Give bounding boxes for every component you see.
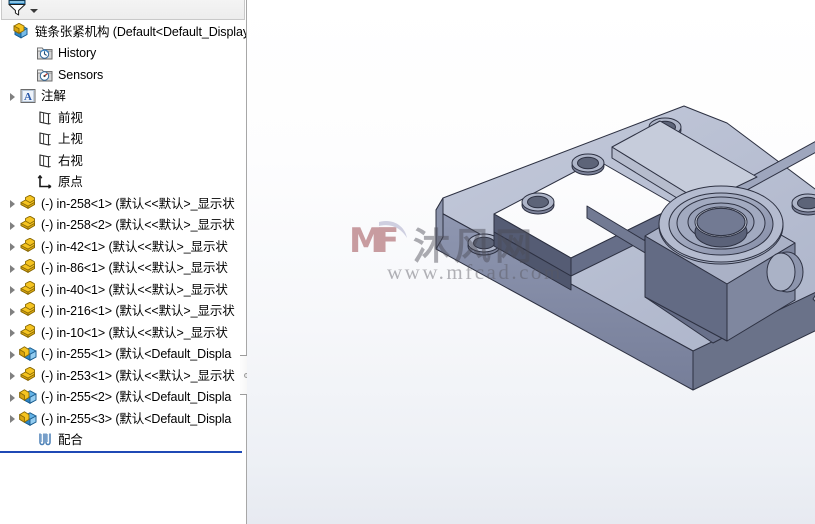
part-icon <box>19 302 37 320</box>
expand-arrow-icon[interactable] <box>8 387 19 408</box>
tree-item[interactable]: 原点 <box>0 172 246 194</box>
tree-item-label: (-) in-10<1> (默认<<默认>_显示状 <box>41 325 228 340</box>
tree-item-label: 链条张紧机构 (Default<Default_Display <box>35 24 246 39</box>
part-icon <box>19 194 37 213</box>
tree-item[interactable]: (-) in-253<1> (默认<<默认>_显示状 <box>0 365 246 387</box>
tree-item[interactable]: (-) in-258<1> (默认<<默认>_显示状 <box>0 193 246 215</box>
tree-item-label: (-) in-86<1> (默认<<默认>_显示状 <box>41 261 228 276</box>
tree-item[interactable]: (-) in-255<2> (默认<Default_Displa <box>0 387 246 409</box>
tree-item-label: (-) in-253<1> (默认<<默认>_显示状 <box>41 368 235 383</box>
tree-item-label: (-) in-255<1> (默认<Default_Displa <box>41 347 232 362</box>
tree-item-label: 前视 <box>58 110 83 125</box>
tree-item[interactable]: (-) in-255<3> (默认<Default_Displa <box>0 408 246 430</box>
svg-text:A: A <box>24 91 32 103</box>
chevron-down-icon[interactable] <box>30 9 38 13</box>
feature-filter-bar[interactable] <box>1 0 245 20</box>
tree-item-label: (-) in-255<2> (默认<Default_Displa <box>41 390 232 405</box>
part-icon <box>19 237 37 256</box>
subassembly-icon <box>19 410 37 428</box>
sensors-folder-icon <box>36 66 54 84</box>
assembly-icon <box>13 22 31 41</box>
tree-item[interactable]: 链条张紧机构 (Default<Default_Display <box>0 21 246 43</box>
expand-arrow-icon[interactable] <box>8 365 19 386</box>
plane-icon <box>36 109 54 127</box>
expand-arrow-icon[interactable] <box>8 86 19 107</box>
part-icon <box>19 259 37 277</box>
tree-item-label: 配合 <box>58 433 83 448</box>
history-folder-icon <box>36 44 54 62</box>
mates-icon <box>36 431 54 449</box>
tree-item[interactable]: 右视 <box>0 150 246 172</box>
tree-item-label: 上视 <box>58 132 83 147</box>
tree-item[interactable]: (-) in-42<1> (默认<<默认>_显示状 <box>0 236 246 258</box>
tree-item[interactable]: (-) in-216<1> (默认<<默认>_显示状 <box>0 301 246 323</box>
expand-arrow-icon[interactable] <box>8 279 19 300</box>
tree-item-label: (-) in-40<1> (默认<<默认>_显示状 <box>41 282 228 297</box>
tree-item-label: 原点 <box>58 175 83 190</box>
origin-icon <box>36 173 54 191</box>
tree-item-label: Sensors <box>58 67 104 82</box>
part-icon <box>19 280 37 299</box>
tree-item[interactable]: A 注解 <box>0 86 246 108</box>
expand-arrow-icon[interactable] <box>8 236 19 257</box>
tree-item[interactable]: (-) in-10<1> (默认<<默认>_显示状 <box>0 322 246 344</box>
plane-icon <box>36 130 54 148</box>
tree-item[interactable]: Sensors <box>0 64 246 86</box>
filter-funnel-control[interactable] <box>8 0 38 21</box>
tree-active-divider <box>0 451 242 453</box>
tree-item-label: (-) in-258<2> (默认<<默认>_显示状 <box>41 218 235 233</box>
expand-arrow-icon[interactable] <box>8 408 19 429</box>
tree-item[interactable]: (-) in-255<1> (默认<Default_Displa <box>0 344 246 366</box>
tree-item[interactable]: (-) in-258<2> (默认<<默认>_显示状 <box>0 215 246 237</box>
expand-arrow-icon[interactable] <box>8 193 19 214</box>
subassembly-icon <box>19 388 37 406</box>
annotations-icon: A <box>19 87 37 105</box>
filter-funnel-icon <box>8 0 27 21</box>
expand-arrow-icon[interactable] <box>8 344 19 365</box>
plane-icon <box>36 152 54 170</box>
tree-item[interactable]: (-) in-86<1> (默认<<默认>_显示状 <box>0 258 246 280</box>
tree-item-label: 注解 <box>41 89 66 104</box>
tree-item-label: History <box>58 46 97 61</box>
tree-item[interactable]: (-) in-40<1> (默认<<默认>_显示状 <box>0 279 246 301</box>
feature-manager-panel: 链条张紧机构 (Default<Default_Display History … <box>0 0 253 524</box>
part-icon <box>19 323 37 342</box>
part-icon <box>19 366 37 385</box>
tree-item-label: (-) in-255<3> (默认<Default_Displa <box>41 411 232 426</box>
chain-tensioner-assembly-model[interactable] <box>247 0 815 524</box>
expand-arrow-icon[interactable] <box>8 322 19 343</box>
tree-item-label: (-) in-42<1> (默认<<默认>_显示状 <box>41 239 228 254</box>
solidworks-window: 链条张紧机构 (Default<Default_Display History … <box>0 0 815 524</box>
expand-arrow-icon[interactable] <box>8 301 19 322</box>
graphics-viewport[interactable]: M F 沐风网 www.mfcad.com <box>247 0 815 524</box>
tree-item[interactable]: 上视 <box>0 129 246 151</box>
expand-arrow-icon[interactable] <box>8 215 19 236</box>
tree-item-label: (-) in-258<1> (默认<<默认>_显示状 <box>41 196 235 211</box>
feature-tree[interactable]: 链条张紧机构 (Default<Default_Display History … <box>0 21 246 461</box>
tree-item[interactable]: History <box>0 43 246 65</box>
tree-item[interactable]: 前视 <box>0 107 246 129</box>
tree-item[interactable]: 配合 <box>0 430 246 452</box>
expand-arrow-icon[interactable] <box>8 258 19 279</box>
subassembly-icon <box>19 345 37 363</box>
part-icon <box>19 216 37 234</box>
tree-item-label: (-) in-216<1> (默认<<默认>_显示状 <box>41 304 235 319</box>
tree-item-label: 右视 <box>58 153 83 168</box>
